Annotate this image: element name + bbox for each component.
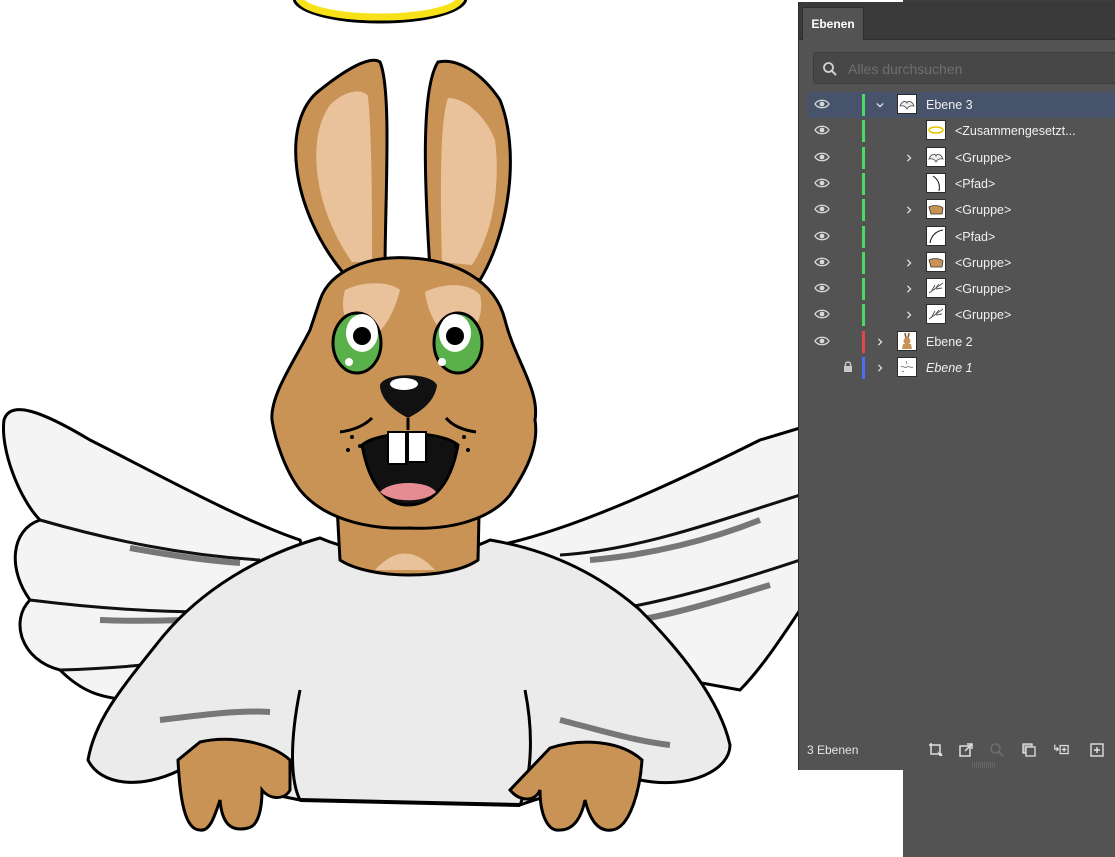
angel-bunny-artwork	[1, 0, 800, 832]
search-icon	[823, 62, 837, 76]
layer-color-bar	[862, 278, 865, 301]
layer-row[interactable]: Ebene 2	[807, 329, 1115, 355]
layer-color-bar	[862, 120, 865, 143]
layer-row[interactable]: <Gruppe>	[807, 250, 1115, 276]
layer-thumbnail	[926, 251, 946, 272]
chevron-right-icon[interactable]	[905, 153, 913, 163]
eye-icon[interactable]	[814, 203, 830, 215]
layer-thumbnail	[926, 278, 946, 299]
eye-icon[interactable]	[814, 308, 830, 320]
layer-name[interactable]: <Gruppe>	[955, 308, 1011, 322]
panel-tab-bar: Ebenen	[799, 2, 1115, 40]
ears	[294, 58, 512, 282]
layer-name[interactable]: <Pfad>	[955, 230, 995, 244]
layer-row[interactable]: <Gruppe>	[807, 197, 1115, 223]
layer-row[interactable]: Ebene 3	[807, 92, 1115, 118]
artboard-icon[interactable]	[928, 742, 944, 758]
chevron-right-icon[interactable]	[905, 284, 913, 294]
visibility-toggle[interactable]	[814, 361, 830, 373]
head	[270, 256, 538, 530]
layer-color-bar	[862, 172, 865, 195]
layer-name[interactable]: Ebene 1	[926, 361, 973, 375]
eye-icon[interactable]	[814, 151, 830, 163]
chevron-right-icon[interactable]	[876, 337, 884, 347]
layer-color-bar	[862, 94, 865, 116]
layer-row[interactable]: <Gruppe>	[807, 145, 1115, 171]
layer-color-bar	[862, 225, 865, 248]
layer-name[interactable]: <Gruppe>	[955, 282, 1011, 296]
export-icon[interactable]	[958, 742, 974, 758]
chevron-right-icon[interactable]	[905, 258, 913, 268]
layer-thumbnail	[926, 146, 946, 167]
eye-icon[interactable]	[814, 335, 830, 347]
layer-name[interactable]: Ebene 2	[926, 335, 973, 349]
eye-icon[interactable]	[814, 98, 830, 110]
lock-icon[interactable]	[843, 360, 853, 374]
layer-row[interactable]: <Gruppe>	[807, 302, 1115, 328]
layer-row[interactable]: <Pfad>	[807, 171, 1115, 197]
layer-thumbnail	[926, 172, 946, 193]
new-layer-icon[interactable]	[1089, 742, 1105, 758]
layer-thumbnail	[897, 330, 917, 351]
layer-name[interactable]: <Pfad>	[955, 177, 995, 191]
layer-color-bar	[862, 146, 865, 169]
layer-name[interactable]: <Gruppe>	[955, 151, 1011, 165]
layer-name[interactable]: <Zusammengesetzt...	[955, 124, 1076, 138]
layer-count: 3 Ebenen	[807, 743, 859, 757]
layer-color-bar	[862, 357, 865, 379]
eye-icon[interactable]	[814, 177, 830, 189]
layer-row[interactable]: Ebene 1	[807, 355, 1115, 381]
clipping-mask-icon[interactable]	[1021, 742, 1037, 758]
layer-row[interactable]: <Zusammengesetzt...	[807, 118, 1115, 144]
eye-icon[interactable]	[814, 230, 830, 242]
layer-name[interactable]: <Gruppe>	[955, 203, 1011, 217]
chevron-down-icon[interactable]	[876, 100, 884, 110]
locate-object-icon[interactable]	[989, 742, 1005, 758]
search-box[interactable]	[813, 52, 1115, 84]
layer-thumbnail	[926, 199, 946, 220]
eye-icon[interactable]	[814, 124, 830, 136]
layers-panel: Ebenen Ebene 3 <Zusammengesetzt... <Gruppe…	[798, 2, 1115, 770]
chevron-right-icon[interactable]	[905, 310, 913, 320]
layer-row[interactable]: <Gruppe>	[807, 276, 1115, 302]
layer-thumbnail	[926, 120, 946, 141]
halo	[292, 0, 468, 24]
tab-ebenen[interactable]: Ebenen	[802, 7, 864, 40]
layer-row[interactable]: <Pfad>	[807, 224, 1115, 250]
layer-thumbnail	[897, 357, 917, 377]
layer-color-bar	[862, 251, 865, 274]
layer-color-bar	[862, 199, 865, 222]
eye-icon[interactable]	[814, 256, 830, 268]
layer-thumbnail	[926, 225, 946, 246]
chevron-right-icon[interactable]	[876, 363, 884, 373]
eye-icon[interactable]	[814, 282, 830, 294]
layer-color-bar	[862, 304, 865, 327]
resize-grip[interactable]	[971, 762, 997, 768]
panel-footer: 3 Ebenen	[799, 734, 1115, 766]
layer-name[interactable]: <Gruppe>	[955, 256, 1011, 270]
layer-thumbnail	[926, 304, 946, 325]
search-input[interactable]	[848, 59, 1108, 79]
layer-name[interactable]: Ebene 3	[926, 98, 973, 112]
new-sublayer-icon[interactable]	[1053, 742, 1069, 758]
layer-color-bar	[862, 330, 865, 353]
chevron-right-icon[interactable]	[905, 205, 913, 215]
layer-thumbnail	[897, 94, 917, 114]
